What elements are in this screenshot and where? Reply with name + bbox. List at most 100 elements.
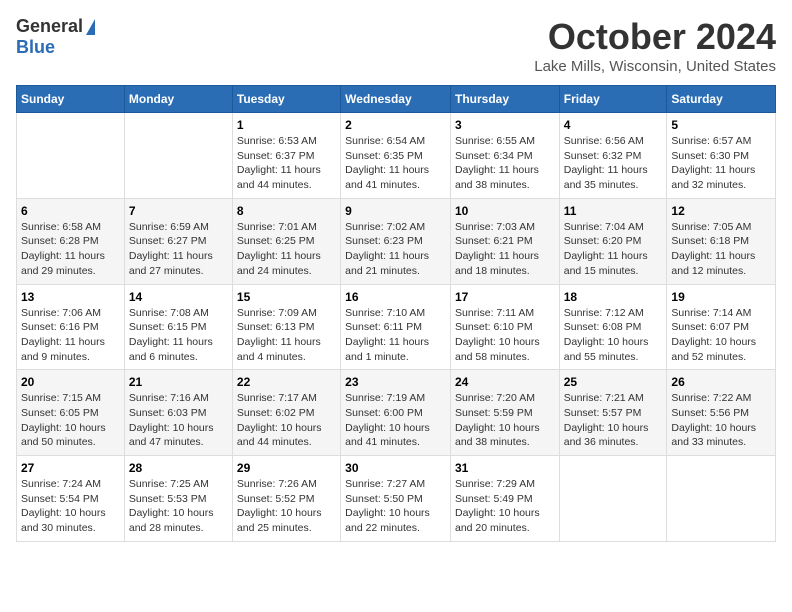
title-section: October 2024 Lake Mills, Wisconsin, Unit… [534, 16, 776, 75]
header-cell-friday: Friday [559, 86, 667, 113]
day-info: Sunrise: 7:11 AM Sunset: 6:10 PM Dayligh… [455, 306, 555, 365]
calendar-cell: 10 Sunrise: 7:03 AM Sunset: 6:21 PM Dayli… [450, 198, 559, 284]
day-number: 6 [21, 204, 120, 218]
calendar-cell: 27Sunrise: 7:24 AM Sunset: 5:54 PM Dayli… [17, 456, 125, 542]
calendar-cell: 17 Sunrise: 7:11 AM Sunset: 6:10 PM Dayli… [450, 284, 559, 370]
day-number: 11 [564, 204, 663, 218]
day-number: 5 [671, 118, 771, 132]
calendar-cell: 2 Sunrise: 6:54 AM Sunset: 6:35 PM Daylig… [341, 113, 451, 199]
calendar-cell: 14 Sunrise: 7:08 AM Sunset: 6:15 PM Dayli… [124, 284, 232, 370]
calendar-cell: 21 Sunrise: 7:16 AM Sunset: 6:03 PM Dayli… [124, 370, 232, 456]
day-number: 3 [455, 118, 555, 132]
day-number: 25 [564, 375, 663, 389]
calendar-cell: 5Sunrise: 6:57 AM Sunset: 6:30 PM Daylig… [667, 113, 776, 199]
logo-triangle-icon [86, 19, 95, 35]
calendar-cell: 19Sunrise: 7:14 AM Sunset: 6:07 PM Dayli… [667, 284, 776, 370]
day-info: Sunrise: 6:56 AM Sunset: 6:32 PM Dayligh… [564, 134, 663, 193]
calendar-cell: 24Sunrise: 7:20 AM Sunset: 5:59 PM Dayli… [450, 370, 559, 456]
calendar-table: SundayMondayTuesdayWednesdayThursdayFrid… [16, 85, 776, 542]
day-info: Sunrise: 7:12 AM Sunset: 6:08 PM Dayligh… [564, 306, 663, 365]
day-number: 27 [21, 461, 120, 475]
day-info: Sunrise: 7:01 AM Sunset: 6:25 PM Dayligh… [237, 220, 336, 279]
day-number: 12 [671, 204, 771, 218]
day-info: Sunrise: 6:54 AM Sunset: 6:35 PM Dayligh… [345, 134, 446, 193]
day-info: Sunrise: 7:04 AM Sunset: 6:20 PM Dayligh… [564, 220, 663, 279]
day-number: 28 [129, 461, 228, 475]
day-number: 23 [345, 375, 446, 389]
calendar-subtitle: Lake Mills, Wisconsin, United States [534, 58, 776, 75]
calendar-cell: 23 Sunrise: 7:19 AM Sunset: 6:00 PM Dayli… [341, 370, 451, 456]
day-info: Sunrise: 7:02 AM Sunset: 6:23 PM Dayligh… [345, 220, 446, 279]
header-row: SundayMondayTuesdayWednesdayThursdayFrid… [17, 86, 776, 113]
calendar-cell: 12 Sunrise: 7:05 AM Sunset: 6:18 PM Dayli… [667, 198, 776, 284]
calendar-cell: 6 Sunrise: 6:58 AM Sunset: 6:28 PM Daylig… [17, 198, 125, 284]
calendar-cell: 30 Sunrise: 7:27 AM Sunset: 5:50 PM Dayli… [341, 456, 451, 542]
calendar-cell [559, 456, 667, 542]
day-number: 15 [237, 290, 336, 304]
calendar-cell: 15 Sunrise: 7:09 AM Sunset: 6:13 PM Dayli… [232, 284, 340, 370]
calendar-cell: 28 Sunrise: 7:25 AM Sunset: 5:53 PM Dayli… [124, 456, 232, 542]
logo-general-text: General [16, 16, 83, 37]
calendar-title: October 2024 [534, 16, 776, 58]
day-number: 21 [129, 375, 228, 389]
calendar-cell: 25 Sunrise: 7:21 AM Sunset: 5:57 PM Dayli… [559, 370, 667, 456]
day-number: 18 [564, 290, 663, 304]
day-info: Sunrise: 7:29 AM Sunset: 5:49 PM Dayligh… [455, 477, 555, 536]
day-number: 7 [129, 204, 228, 218]
day-info: Sunrise: 7:26 AM Sunset: 5:52 PM Dayligh… [237, 477, 336, 536]
logo-blue-text: Blue [16, 37, 55, 57]
day-info: Sunrise: 7:19 AM Sunset: 6:00 PM Dayligh… [345, 391, 446, 450]
calendar-cell: 16Sunrise: 7:10 AM Sunset: 6:11 PM Dayli… [341, 284, 451, 370]
week-row-3: 13Sunrise: 7:06 AM Sunset: 6:16 PM Dayli… [17, 284, 776, 370]
calendar-cell: 26 Sunrise: 7:22 AM Sunset: 5:56 PM Dayli… [667, 370, 776, 456]
calendar-cell: 3Sunrise: 6:55 AM Sunset: 6:34 PM Daylig… [450, 113, 559, 199]
day-number: 17 [455, 290, 555, 304]
header-cell-saturday: Saturday [667, 86, 776, 113]
header-cell-wednesday: Wednesday [341, 86, 451, 113]
day-info: Sunrise: 7:17 AM Sunset: 6:02 PM Dayligh… [237, 391, 336, 450]
day-info: Sunrise: 7:09 AM Sunset: 6:13 PM Dayligh… [237, 306, 336, 365]
calendar-cell: 18 Sunrise: 7:12 AM Sunset: 6:08 PM Dayli… [559, 284, 667, 370]
day-number: 14 [129, 290, 228, 304]
header-cell-monday: Monday [124, 86, 232, 113]
calendar-cell [124, 113, 232, 199]
header-cell-tuesday: Tuesday [232, 86, 340, 113]
day-info: Sunrise: 7:06 AM Sunset: 6:16 PM Dayligh… [21, 306, 120, 365]
day-info: Sunrise: 7:27 AM Sunset: 5:50 PM Dayligh… [345, 477, 446, 536]
day-info: Sunrise: 7:16 AM Sunset: 6:03 PM Dayligh… [129, 391, 228, 450]
day-number: 20 [21, 375, 120, 389]
day-info: Sunrise: 7:08 AM Sunset: 6:15 PM Dayligh… [129, 306, 228, 365]
day-info: Sunrise: 7:21 AM Sunset: 5:57 PM Dayligh… [564, 391, 663, 450]
day-number: 4 [564, 118, 663, 132]
calendar-cell: 13Sunrise: 7:06 AM Sunset: 6:16 PM Dayli… [17, 284, 125, 370]
day-number: 10 [455, 204, 555, 218]
calendar-cell: 29Sunrise: 7:26 AM Sunset: 5:52 PM Dayli… [232, 456, 340, 542]
calendar-cell: 20Sunrise: 7:15 AM Sunset: 6:05 PM Dayli… [17, 370, 125, 456]
day-info: Sunrise: 7:05 AM Sunset: 6:18 PM Dayligh… [671, 220, 771, 279]
calendar-cell: 9 Sunrise: 7:02 AM Sunset: 6:23 PM Daylig… [341, 198, 451, 284]
week-row-2: 6 Sunrise: 6:58 AM Sunset: 6:28 PM Daylig… [17, 198, 776, 284]
week-row-5: 27Sunrise: 7:24 AM Sunset: 5:54 PM Dayli… [17, 456, 776, 542]
calendar-cell [667, 456, 776, 542]
day-number: 9 [345, 204, 446, 218]
day-number: 31 [455, 461, 555, 475]
day-info: Sunrise: 7:25 AM Sunset: 5:53 PM Dayligh… [129, 477, 228, 536]
calendar-cell [17, 113, 125, 199]
header-cell-thursday: Thursday [450, 86, 559, 113]
header-cell-sunday: Sunday [17, 86, 125, 113]
day-info: Sunrise: 7:03 AM Sunset: 6:21 PM Dayligh… [455, 220, 555, 279]
page-header: General Blue October 2024 Lake Mills, Wi… [16, 16, 776, 75]
day-number: 22 [237, 375, 336, 389]
day-number: 26 [671, 375, 771, 389]
day-number: 30 [345, 461, 446, 475]
day-info: Sunrise: 6:58 AM Sunset: 6:28 PM Dayligh… [21, 220, 120, 279]
day-info: Sunrise: 7:22 AM Sunset: 5:56 PM Dayligh… [671, 391, 771, 450]
calendar-cell: 8 Sunrise: 7:01 AM Sunset: 6:25 PM Daylig… [232, 198, 340, 284]
day-number: 8 [237, 204, 336, 218]
calendar-cell: 4 Sunrise: 6:56 AM Sunset: 6:32 PM Daylig… [559, 113, 667, 199]
day-info: Sunrise: 7:20 AM Sunset: 5:59 PM Dayligh… [455, 391, 555, 450]
day-info: Sunrise: 7:10 AM Sunset: 6:11 PM Dayligh… [345, 306, 446, 365]
day-info: Sunrise: 6:59 AM Sunset: 6:27 PM Dayligh… [129, 220, 228, 279]
day-number: 2 [345, 118, 446, 132]
week-row-4: 20Sunrise: 7:15 AM Sunset: 6:05 PM Dayli… [17, 370, 776, 456]
